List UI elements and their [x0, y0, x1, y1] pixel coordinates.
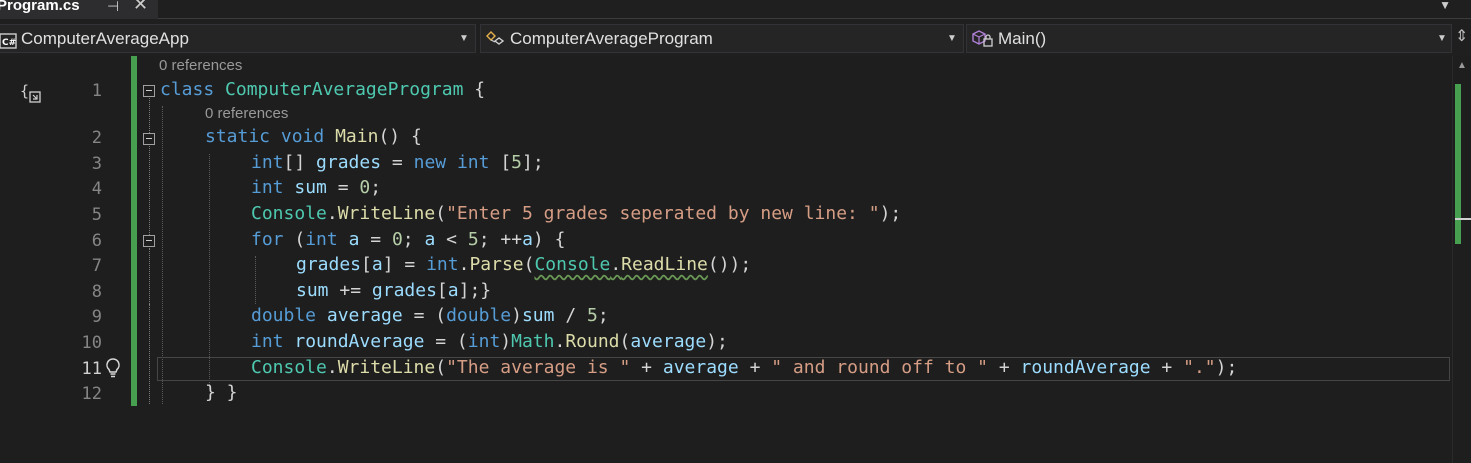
- navigation-bar: C# ComputerAverageApp ▼ ComputerAverageP…: [0, 22, 1471, 55]
- dropdown-arrow-icon: ▼: [1437, 33, 1447, 44]
- line-number: 7: [91, 256, 102, 276]
- code-line-10: int roundAverage = (int)Math.Round(avera…: [251, 331, 728, 352]
- tab-program-cs[interactable]: Program.cs ⊣ ✕: [0, 0, 158, 19]
- line-number: 8: [91, 282, 102, 302]
- code-line-7: grades[a] = int.Parse(Console.ReadLine()…: [296, 254, 752, 275]
- code-line-6: for (int a = 0; a < 5; ++a) {: [251, 229, 566, 250]
- code-line-5: Console.WriteLine("Enter 5 grades sepera…: [251, 203, 902, 224]
- svg-text:{: {: [20, 83, 29, 100]
- class-icon: [485, 29, 507, 56]
- class-name: ComputerAverageProgram: [510, 29, 713, 48]
- line-number: 9: [91, 307, 102, 327]
- code-line-11: Console.WriteLine("The average is " + av…: [251, 357, 1238, 378]
- dropdown-arrow-icon: ▼: [459, 33, 469, 44]
- fold-line: [149, 248, 150, 304]
- code-line-2: static void Main() {: [205, 126, 422, 147]
- line-number: 2: [91, 128, 102, 148]
- class-dropdown[interactable]: ComputerAverageProgram ▼: [480, 24, 964, 53]
- code-line-12: } }: [205, 382, 238, 403]
- project-name: ComputerAverageApp: [21, 29, 189, 48]
- line-number-active: 11: [81, 359, 102, 379]
- line-number: 6: [91, 231, 102, 251]
- fold-line: [149, 98, 150, 133]
- fold-toggle-for[interactable]: [143, 235, 155, 247]
- lightbulb-icon[interactable]: [104, 357, 122, 384]
- scrollbar-caret-marker: [1455, 218, 1471, 220]
- line-number: 12: [81, 384, 102, 404]
- fold-toggle-main[interactable]: [143, 133, 155, 145]
- namespace-scope-icon: {: [20, 82, 42, 105]
- code-line-8: sum += grades[a];}: [296, 280, 492, 301]
- indent-guide: [209, 154, 210, 389]
- csharp-project-icon: C#: [0, 30, 17, 57]
- document-tab-strip: Program.cs ⊣ ✕ ▼: [0, 0, 1471, 19]
- member-dropdown[interactable]: Main() ▼: [966, 24, 1452, 53]
- line-number: 5: [91, 205, 102, 225]
- dropdown-arrow-icon: ▼: [947, 33, 957, 44]
- line-number: 10: [81, 333, 102, 353]
- code-line-1: class ComputerAverageProgram {: [160, 79, 486, 100]
- svg-text:C#: C#: [2, 38, 16, 48]
- close-icon[interactable]: ✕: [133, 0, 148, 13]
- member-name: Main(): [998, 29, 1047, 48]
- indent-guide: [255, 256, 256, 304]
- codelens-references[interactable]: 0 references: [159, 57, 242, 74]
- fold-toggle-class[interactable]: [143, 85, 155, 97]
- split-editor-icon[interactable]: ⇕: [1455, 26, 1468, 46]
- fold-line: [149, 146, 150, 235]
- change-indicator-bar: [131, 56, 137, 406]
- tab-title: Program.cs: [0, 0, 80, 14]
- codelens-references[interactable]: 0 references: [205, 105, 288, 122]
- line-number: 1: [91, 81, 102, 101]
- code-line-4: int sum = 0;: [251, 177, 382, 198]
- scroll-up-icon[interactable]: ▲: [1457, 60, 1467, 71]
- scrollbar-change-marker: [1455, 84, 1461, 244]
- line-number: 4: [91, 179, 102, 199]
- tab-overflow-dropdown-icon[interactable]: ▼: [1439, 0, 1451, 12]
- vertical-scrollbar[interactable]: ▲: [1452, 56, 1471, 463]
- fold-line: [149, 304, 150, 404]
- code-line-9: double average = (double)sum / 5;: [251, 305, 609, 326]
- project-dropdown[interactable]: C# ComputerAverageApp ▼: [0, 24, 476, 53]
- code-line-3: int[] grades = new int [5];: [251, 152, 544, 173]
- line-number: 3: [91, 154, 102, 174]
- pin-icon[interactable]: ⊣: [107, 0, 119, 13]
- code-editor[interactable]: { 1 2 3 4 5 6 7 8 9 10 11 12 0 reference…: [0, 56, 1452, 463]
- method-icon: [971, 29, 995, 57]
